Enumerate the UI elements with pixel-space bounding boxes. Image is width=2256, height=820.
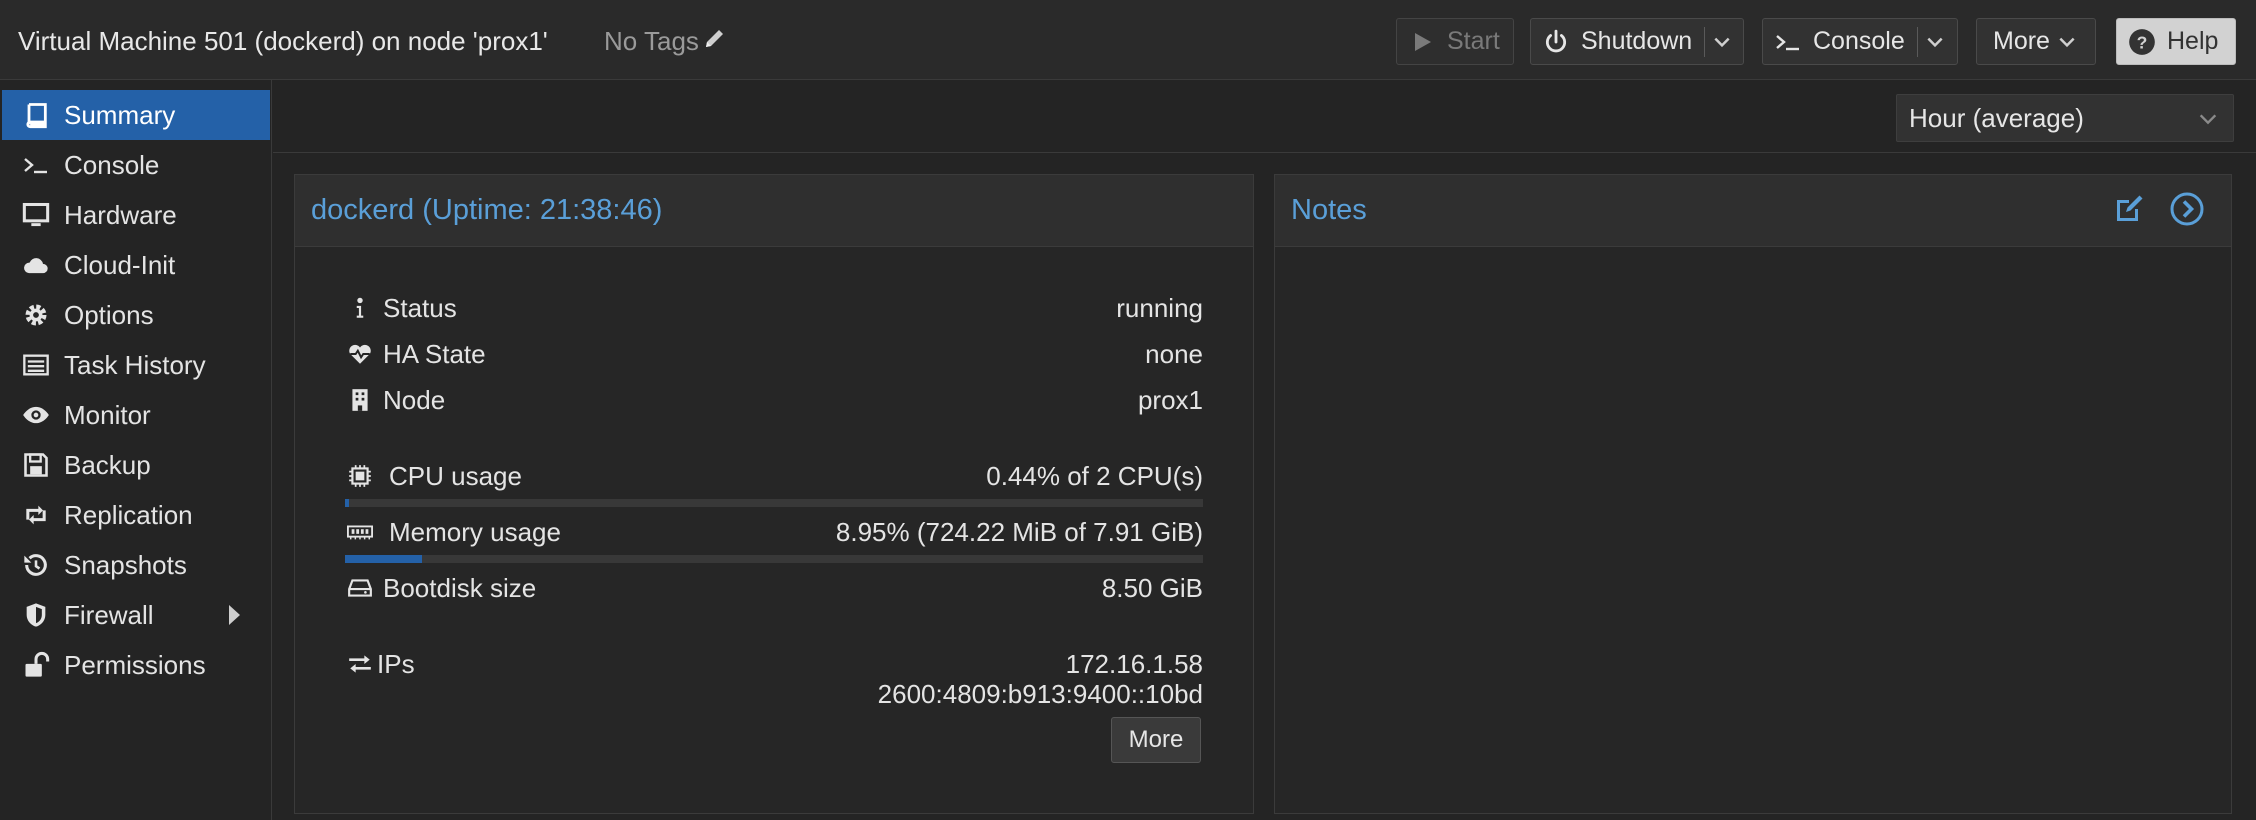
sidebar-item-task-history[interactable]: Task History <box>2 340 270 390</box>
ips-more-button[interactable]: More <box>1111 717 1201 763</box>
cpu-usage-value: 0.44% of 2 CPU(s) <box>986 461 1203 491</box>
status-row: Status running <box>345 291 1203 327</box>
list-icon <box>16 345 56 385</box>
ha-state-row: HA State none <box>345 337 1203 373</box>
building-icon <box>345 385 375 415</box>
heartbeat-icon <box>345 339 375 369</box>
chevron-down-icon[interactable] <box>2193 104 2223 134</box>
memory-icon <box>345 517 375 547</box>
more-button[interactable]: More <box>1976 18 2096 65</box>
ha-state-value: none <box>1145 339 1203 369</box>
memory-usage-row: Memory usage 8.95% (724.22 MiB of 7.91 G… <box>345 515 1203 551</box>
summary-panel-title: dockerd (Uptime: 21:38:46) <box>311 194 663 226</box>
expand-arrow-icon[interactable] <box>229 605 240 625</box>
info-icon <box>345 293 375 323</box>
terminal-icon <box>16 145 56 185</box>
summary-panel: dockerd (Uptime: 21:38:46) Status runnin… <box>294 174 1254 814</box>
pencil-icon[interactable] <box>703 26 727 57</box>
sidebar-item-snapshots[interactable]: Snapshots <box>2 540 270 590</box>
sidebar-item-replication[interactable]: Replication <box>2 490 270 540</box>
sidebar: Summary Console Hardware Cloud-Init Opti… <box>0 80 272 820</box>
tags-label: No Tags <box>604 26 699 56</box>
notes-content[interactable] <box>1275 248 2231 813</box>
cloud-icon <box>16 245 56 285</box>
start-button[interactable]: Start <box>1396 18 1514 65</box>
shield-icon <box>16 595 56 635</box>
play-icon <box>1407 27 1437 57</box>
cpu-icon <box>345 461 375 491</box>
sidebar-item-monitor[interactable]: Monitor <box>2 390 270 440</box>
chevron-down-icon[interactable] <box>1918 27 1952 57</box>
monitor-icon <box>16 195 56 235</box>
notes-panel: Notes <box>1274 174 2232 814</box>
ipv4-value: 172.16.1.58 <box>1065 649 1203 679</box>
sidebar-item-options[interactable]: Options <box>2 290 270 340</box>
bootdisk-row: Bootdisk size 8.50 GiB <box>345 571 1203 607</box>
node-value: prox1 <box>1137 385 1203 415</box>
console-button[interactable]: Console <box>1762 18 1958 65</box>
status-value: running <box>1116 293 1203 323</box>
retweet-icon <box>16 495 56 535</box>
tags-editor[interactable]: No Tags <box>604 26 727 57</box>
exchange-icon <box>345 649 375 679</box>
chevron-down-icon <box>2050 27 2084 57</box>
memory-usage-bar <box>345 555 1203 563</box>
cpu-usage-bar <box>345 499 1203 507</box>
unlock-icon <box>16 645 56 685</box>
collapse-chevron-icon[interactable] <box>2169 191 2205 232</box>
sidebar-item-console[interactable]: Console <box>2 140 270 190</box>
page-title: Virtual Machine 501 (dockerd) on node 'p… <box>18 26 548 56</box>
book-icon <box>16 95 56 135</box>
timeframe-select[interactable]: Hour (average) <box>1896 94 2234 142</box>
shutdown-button[interactable]: Shutdown <box>1530 18 1744 65</box>
sidebar-item-summary[interactable]: Summary <box>2 90 270 140</box>
sidebar-item-firewall[interactable]: Firewall <box>2 590 270 640</box>
memory-usage-value: 8.95% (724.22 MiB of 7.91 GiB) <box>835 517 1203 547</box>
ipv6-value: 2600:4809:b913:9400::10bd <box>877 679 1203 709</box>
summary-panel-header: dockerd (Uptime: 21:38:46) <box>295 175 1253 247</box>
sidebar-item-hardware[interactable]: Hardware <box>2 190 270 240</box>
header-bar: Virtual Machine 501 (dockerd) on node 'p… <box>0 0 2256 80</box>
memory-usage-bar-fill <box>345 555 422 563</box>
power-icon <box>1541 27 1571 57</box>
sidebar-item-permissions[interactable]: Permissions <box>2 640 270 690</box>
timeframe-value: Hour (average) <box>1909 102 2084 133</box>
cpu-usage-row: CPU usage 0.44% of 2 CPU(s) <box>345 459 1203 495</box>
history-icon <box>16 545 56 585</box>
floppy-icon <box>16 445 56 485</box>
sidebar-item-cloud-init[interactable]: Cloud-Init <box>2 240 270 290</box>
sidebar-item-backup[interactable]: Backup <box>2 440 270 490</box>
node-row: Node prox1 <box>345 383 1203 419</box>
bootdisk-value: 8.50 GiB <box>1101 573 1203 603</box>
toolbar-divider <box>273 152 2256 153</box>
gear-icon <box>16 295 56 335</box>
chevron-down-icon[interactable] <box>1705 27 1739 57</box>
terminal-icon <box>1773 27 1803 57</box>
hdd-icon <box>345 573 375 603</box>
help-button[interactable]: ? Help <box>2116 18 2236 65</box>
notes-panel-header: Notes <box>1275 175 2231 247</box>
svg-text:?: ? <box>2137 32 2148 52</box>
ips-row: IPs 172.16.1.58 <box>345 647 1203 683</box>
question-icon: ? <box>2127 27 2157 57</box>
notes-panel-title: Notes <box>1291 194 1367 226</box>
cpu-usage-bar-fill <box>345 499 349 507</box>
edit-icon[interactable] <box>2111 191 2147 232</box>
eye-icon <box>16 395 56 435</box>
